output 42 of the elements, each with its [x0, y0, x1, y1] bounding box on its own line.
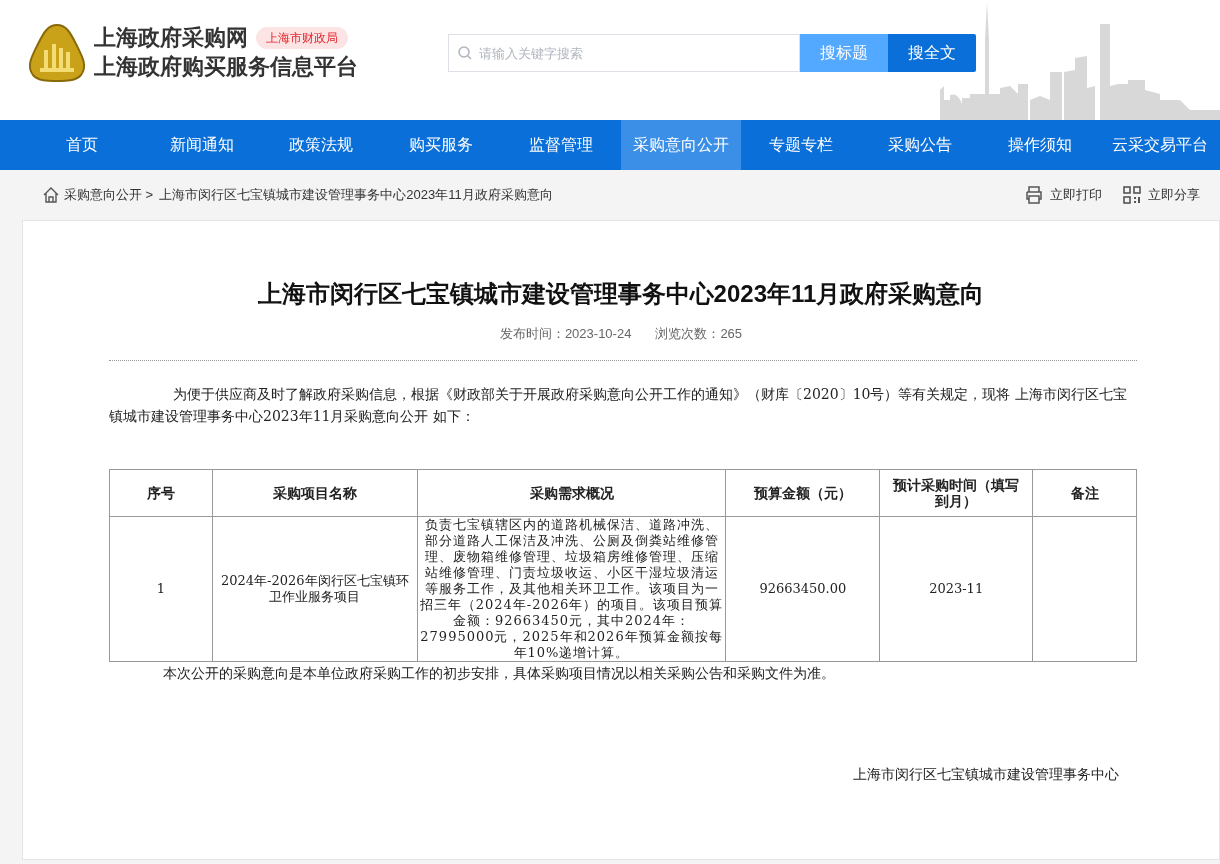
column-header: 预算金额（元） — [725, 469, 880, 516]
column-header: 备注 — [1032, 469, 1137, 516]
nav-tab[interactable]: 监督管理 — [501, 120, 621, 170]
site-subtitle: 上海政府购买服务信息平台 — [94, 53, 358, 81]
qr-code-icon — [1122, 185, 1142, 205]
column-header: 采购需求概况 — [417, 469, 726, 516]
table-cell: 2023-11 — [879, 516, 1033, 661]
column-header: 预计采购时间（填写到月） — [879, 469, 1033, 516]
view-count: 浏览次数：265 — [655, 325, 743, 343]
home-icon[interactable] — [42, 186, 60, 204]
print-link[interactable]: 立即打印 — [1024, 185, 1102, 205]
search-field[interactable]: 请输入关键字搜索 — [448, 34, 800, 72]
breadcrumb-current: 上海市闵行区七宝镇城市建设管理事务中心2023年11月政府采购意向 — [159, 186, 553, 205]
column-header: 采购项目名称 — [212, 469, 418, 516]
site-name: 上海政府采购网 — [94, 24, 248, 52]
nav-tab[interactable]: 云采交易平台 — [1100, 120, 1220, 170]
intro-paragraph: 为便于供应商及时了解政府采购信息，根据《财政部关于开展政府采购意向公开工作的通知》（财库〔2020〕10号）等有关规定，现将 上海市闵行区七宝镇城市建设管理事务中心2023年11月采购意向公开 如下： — [109, 384, 1128, 426]
printer-icon — [1024, 185, 1044, 205]
table-cell: 负责七宝镇辖区内的道路机械保洁、道路冲洗、部分道路人工保洁及冲洗、公厕及倒粪站维修管理、废物箱维修管理、垃圾箱房维修管理、压缩站维修管理、门责垃圾收运、小区干湿垃圾清运等服务工作，及其他相关环卫工作。该项目为一招三年（2024年-2026年）的项目。该项目预算金额：92663450元，其中2024年：27995000元，2025年和2026年预算金额按每年10%递增计算。 — [417, 516, 726, 661]
search-button[interactable]: 搜标题 — [800, 34, 888, 72]
breadcrumb-link[interactable]: 采购意向公开 > — [64, 185, 154, 205]
search-button[interactable]: 搜全文 — [888, 34, 976, 72]
table-cell: 2024年-2026年闵行区七宝镇环卫作业服务项目 — [212, 516, 418, 661]
signature: 上海市闵行区七宝镇城市建设管理事务中心 — [852, 764, 1119, 784]
search-icon — [458, 46, 472, 60]
nav-tab[interactable]: 政策法规 — [261, 120, 382, 170]
nav-tab[interactable]: 首页 — [22, 120, 142, 170]
emblem-logo-icon — [26, 22, 88, 84]
closing-paragraph: 本次公开的采购意向是本单位政府采购工作的初步安排，具体采购项目情况以相关采购公告和采购文件为准。 — [162, 663, 836, 683]
nav-tab[interactable]: 新闻通知 — [141, 120, 262, 170]
table-cell: 1 — [109, 516, 213, 661]
column-header: 序号 — [109, 469, 213, 516]
nav-tab[interactable]: 操作须知 — [980, 120, 1101, 170]
nav-tab[interactable]: 采购意向公开 — [621, 120, 741, 170]
nav-tab[interactable]: 专题专栏 — [740, 120, 861, 170]
publish-time: 发布时间：2023-10-24 — [499, 325, 632, 343]
nav-tab[interactable]: 购买服务 — [381, 120, 502, 170]
department-badge: 上海市财政局 — [256, 27, 348, 49]
article-title: 上海市闵行区七宝镇城市建设管理事务中心2023年11月政府采购意向 — [256, 279, 986, 309]
table-cell: 92663450.00 — [725, 516, 880, 661]
share-link[interactable]: 立即分享 — [1122, 185, 1200, 205]
nav-tab[interactable]: 采购公告 — [860, 120, 981, 170]
